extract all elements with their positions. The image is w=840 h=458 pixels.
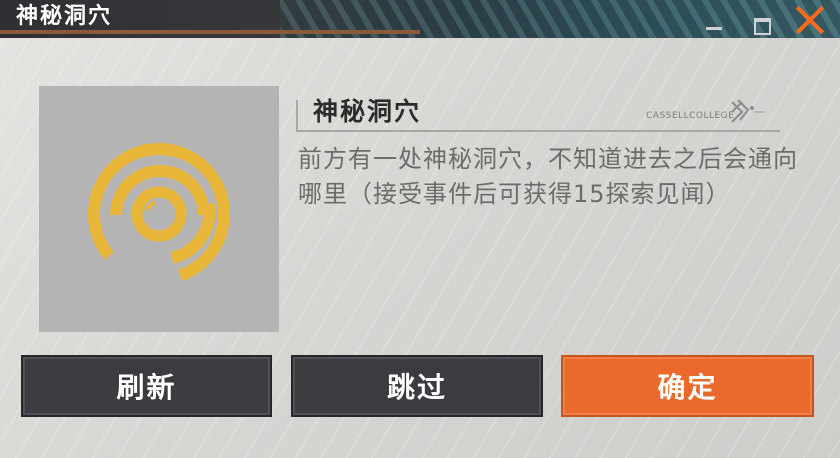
event-title: 神秘洞穴	[313, 97, 422, 126]
maximize-icon[interactable]	[752, 16, 772, 35]
brand-text: CASSELLCOLLEGE	[646, 111, 735, 121]
window-title: 神秘洞穴	[16, 4, 113, 29]
target-icon	[88, 143, 230, 285]
minimize-icon[interactable]	[704, 14, 724, 34]
title-divider	[296, 130, 780, 132]
college-logo-icon	[731, 99, 764, 123]
title-bracket	[296, 100, 308, 130]
skip-button[interactable]: 跳过	[291, 355, 543, 417]
confirm-button[interactable]: 确定	[561, 355, 814, 417]
close-icon[interactable]	[788, 2, 830, 38]
event-description: 前方有一处神秘洞穴，不知道进去之后会通向哪里（接受事件后可获得15探索见闻）	[298, 145, 798, 208]
refresh-button[interactable]: 刷新	[21, 355, 272, 417]
event-image	[39, 86, 279, 332]
